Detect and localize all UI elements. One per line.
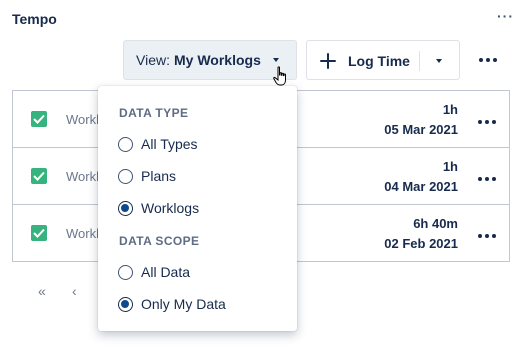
worklog-date: 04 Mar 2021	[384, 179, 458, 194]
worklog-date: 02 Feb 2021	[384, 236, 458, 251]
radio-unchecked-icon[interactable]	[118, 264, 133, 280]
worklog-duration: 6h 40m	[413, 216, 458, 231]
checkbox-checked-icon[interactable]	[31, 168, 47, 184]
view-value: My Worklogs	[173, 52, 261, 68]
option-label: Plans	[141, 168, 177, 184]
row-more-icon[interactable]	[476, 171, 498, 181]
option-label: All Types	[141, 136, 198, 152]
radio-unchecked-icon[interactable]	[118, 168, 133, 184]
chevron-down-icon	[273, 58, 279, 62]
checkbox-checked-icon[interactable]	[31, 111, 47, 127]
view-dropdown-menu: DATA TYPE All Types Plans Worklogs DATA …	[98, 86, 297, 331]
view-select-button[interactable]: View: My Worklogs	[123, 40, 297, 80]
option-label: Worklogs	[141, 200, 200, 216]
radio-checked-icon[interactable]	[118, 296, 133, 312]
first-page-button[interactable]: «	[38, 283, 46, 299]
data-scope-heading: DATA SCOPE	[119, 234, 200, 248]
data-type-heading: DATA TYPE	[119, 106, 189, 120]
radio-option-only-my-data[interactable]: Only My Data	[118, 295, 226, 313]
radio-option-plans[interactable]: Plans	[118, 167, 176, 185]
row-more-icon[interactable]	[476, 228, 498, 238]
radio-unchecked-icon[interactable]	[118, 136, 133, 152]
radio-checked-icon[interactable]	[118, 200, 133, 216]
row-more-icon[interactable]	[476, 114, 498, 124]
panel-more-icon[interactable]: ···	[497, 8, 514, 24]
view-prefix: View:	[136, 52, 170, 68]
worklog-duration: 1h	[442, 102, 458, 117]
option-label: All Data	[141, 264, 191, 280]
chevron-down-icon[interactable]	[436, 59, 442, 63]
log-time-button[interactable]: Log Time	[306, 40, 460, 80]
radio-option-worklogs[interactable]: Worklogs	[118, 199, 199, 217]
divider	[419, 51, 420, 71]
plus-icon	[320, 53, 336, 72]
prev-page-button[interactable]: ‹	[72, 283, 77, 299]
radio-option-all-data[interactable]: All Data	[118, 263, 190, 281]
radio-option-all-types[interactable]: All Types	[118, 135, 198, 153]
checkbox-checked-icon[interactable]	[31, 225, 47, 241]
log-time-label: Log Time	[348, 53, 410, 69]
panel-title: Tempo	[12, 11, 57, 27]
option-label: Only My Data	[141, 296, 226, 312]
worklog-date: 05 Mar 2021	[384, 122, 458, 137]
more-actions-icon[interactable]	[476, 48, 500, 72]
worklog-duration: 1h	[442, 159, 458, 174]
